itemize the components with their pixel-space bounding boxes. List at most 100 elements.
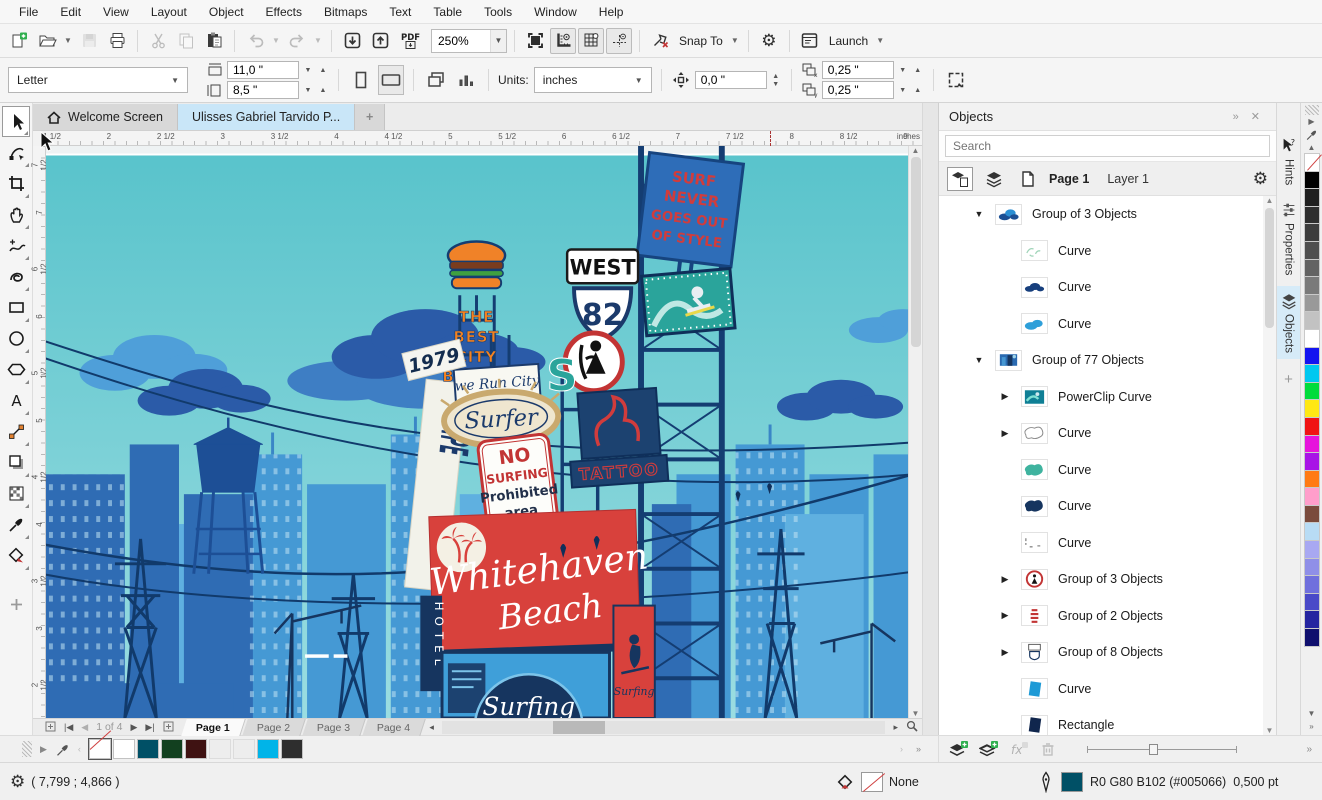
color-swatch-#2e2e2e[interactable] (1304, 206, 1320, 225)
tree-row-label[interactable]: Curve (1058, 499, 1091, 513)
color-swatch-#7a7a7a[interactable] (1304, 276, 1320, 295)
canvas-horizontal-scrollbar[interactable] (442, 721, 886, 734)
eyedropper-tool[interactable] (2, 509, 30, 540)
redo-flyout[interactable]: ▼ (312, 28, 324, 54)
tree-thumbnail-west82[interactable] (1021, 642, 1048, 663)
duplicate-y-input[interactable] (822, 81, 894, 99)
tree-row-label[interactable]: Group of 2 Objects (1058, 609, 1163, 623)
doc-swatch-empty[interactable] (209, 739, 231, 759)
tree-row[interactable]: Curve (939, 306, 1276, 343)
tree-row-label[interactable]: Curve (1058, 536, 1091, 550)
tab-active-document[interactable]: Ulisses Gabriel Tarvido P... (178, 104, 355, 130)
tree-expander[interactable]: ▼ (973, 209, 985, 219)
last-page-button[interactable]: ▶| (141, 722, 158, 733)
page-height-input[interactable] (227, 81, 299, 99)
nudge-spin-up[interactable]: ▲ (770, 73, 782, 80)
footer-expand[interactable]: » (1306, 744, 1312, 755)
menu-item-window[interactable]: Window (523, 2, 588, 22)
tree-thumbnail-nosurf[interactable] (1021, 569, 1048, 590)
paste-button[interactable] (201, 28, 227, 54)
objects-search-input[interactable] (945, 135, 1270, 157)
layers-view-button[interactable] (981, 167, 1007, 191)
color-swatch-#a8a8f2[interactable] (1304, 540, 1320, 559)
document-palette-eyedropper-icon[interactable] (55, 742, 70, 757)
tree-thumbnail-cloud-navy[interactable] (1021, 277, 1048, 298)
ellipse-tool[interactable] (2, 323, 30, 354)
docker-tab-objects[interactable]: Objects (1277, 286, 1301, 359)
tree-row[interactable]: Rectangle (939, 707, 1276, 735)
polygon-tool[interactable] (2, 354, 30, 385)
artistic-media-tool[interactable] (2, 261, 30, 292)
color-swatch-#c2c2c2[interactable] (1304, 311, 1320, 330)
doc-swatch-#2e2e2e[interactable] (281, 739, 303, 759)
objects-options-gear[interactable]: ⚙ (1253, 170, 1268, 187)
zoom-level-combobox[interactable]: ▼ (431, 29, 507, 53)
landscape-button[interactable] (378, 65, 404, 95)
cut-button[interactable] (145, 28, 171, 54)
shape-tool[interactable] (2, 137, 30, 168)
tattoo-sign[interactable]: TATTOO (566, 387, 669, 487)
launch-icon-button[interactable] (797, 28, 823, 54)
drawing-canvas[interactable]: PIPE SURF NEVER GOES OUT OF STYLE (46, 146, 908, 718)
tree-thumbnail-dashes[interactable] (1021, 532, 1048, 553)
tree-thumbnail-redtext[interactable] (1021, 605, 1048, 626)
snap-to-dropdown[interactable]: ▼ (729, 28, 741, 54)
outline-color-swatch[interactable] (1061, 772, 1083, 792)
next-page-button[interactable]: ▶ (126, 722, 141, 733)
tree-row[interactable]: ▼Group of 3 Objects (939, 196, 1276, 233)
freehand-tool[interactable] (2, 230, 30, 261)
tree-row[interactable]: Curve (939, 452, 1276, 489)
pick-tool[interactable] (2, 106, 30, 137)
color-swatch-#4a4ac8[interactable] (1304, 593, 1320, 612)
color-swatch-#ff7a14[interactable] (1304, 470, 1320, 489)
tree-row-label[interactable]: Group of 77 Objects (1032, 353, 1144, 367)
doc-swatch-#12401f[interactable] (161, 739, 183, 759)
layer-effects-button[interactable]: fx (1009, 740, 1029, 758)
doc-swatch-#ffffff[interactable] (113, 739, 135, 759)
undo-flyout[interactable]: ▼ (270, 28, 282, 54)
color-swatch-#ff9ecb[interactable] (1304, 487, 1320, 506)
tree-scrollbar[interactable]: ▲ ▼ (1263, 196, 1276, 735)
color-swatch-#7070dd[interactable] (1304, 575, 1320, 594)
nudge-offset-input[interactable] (695, 71, 767, 89)
tree-expander[interactable]: ▶ (999, 610, 1011, 621)
tree-thumbnail-cloud-dark[interactable] (995, 204, 1022, 225)
color-swatch-#000000[interactable] (1304, 171, 1320, 190)
page-height-spin-down[interactable]: ▼ (302, 87, 314, 94)
tree-row[interactable]: Curve (939, 269, 1276, 306)
tree-row[interactable]: Curve (939, 488, 1276, 525)
color-swatch-#999999[interactable] (1304, 294, 1320, 313)
add-page-after-button[interactable] (159, 721, 178, 734)
transparency-tool[interactable] (2, 478, 30, 509)
surfer-billboard[interactable] (642, 268, 735, 335)
page-width-input[interactable] (227, 61, 299, 79)
palette-grip[interactable] (1305, 105, 1319, 115)
duplicate-x-input[interactable] (822, 61, 894, 79)
doc-swatch-empty[interactable] (233, 739, 255, 759)
menu-item-table[interactable]: Table (422, 2, 473, 22)
tree-row[interactable]: Curve (939, 671, 1276, 708)
thumbnail-size-slider[interactable] (1087, 744, 1237, 755)
new-layer-button[interactable] (949, 740, 969, 758)
full-screen-preview-button[interactable] (522, 28, 548, 54)
menu-item-file[interactable]: File (8, 2, 49, 22)
tree-expander[interactable]: ▶ (999, 574, 1011, 585)
tree-thumbnail-sketch[interactable] (1021, 240, 1048, 261)
tree-row[interactable]: ▶Group of 8 Objects (939, 634, 1276, 671)
color-swatch-#7a4b3d[interactable] (1304, 505, 1320, 524)
color-swatch-#ffffff[interactable] (1304, 329, 1320, 348)
add-tool-button[interactable] (2, 589, 30, 620)
tree-row-label[interactable]: Curve (1058, 682, 1091, 696)
zoom-level-dropdown[interactable]: ▼ (490, 30, 506, 52)
color-swatch-#3d3d3d[interactable] (1304, 223, 1320, 242)
tree-thumbnail-outline[interactable] (1021, 423, 1048, 444)
tree-scroll-up[interactable]: ▲ (1266, 196, 1274, 205)
new-document-button[interactable] (6, 28, 32, 54)
tab-welcome-screen[interactable]: Welcome Screen (33, 104, 178, 130)
neon-letter-s[interactable]: S (546, 352, 577, 402)
doc-swatch-#00b4e8[interactable] (257, 739, 279, 759)
add-page-before-button[interactable] (41, 721, 60, 734)
tree-row-label[interactable]: PowerClip Curve (1058, 390, 1152, 404)
tree-row[interactable]: ▶Curve (939, 415, 1276, 452)
open-button[interactable] (34, 28, 60, 54)
